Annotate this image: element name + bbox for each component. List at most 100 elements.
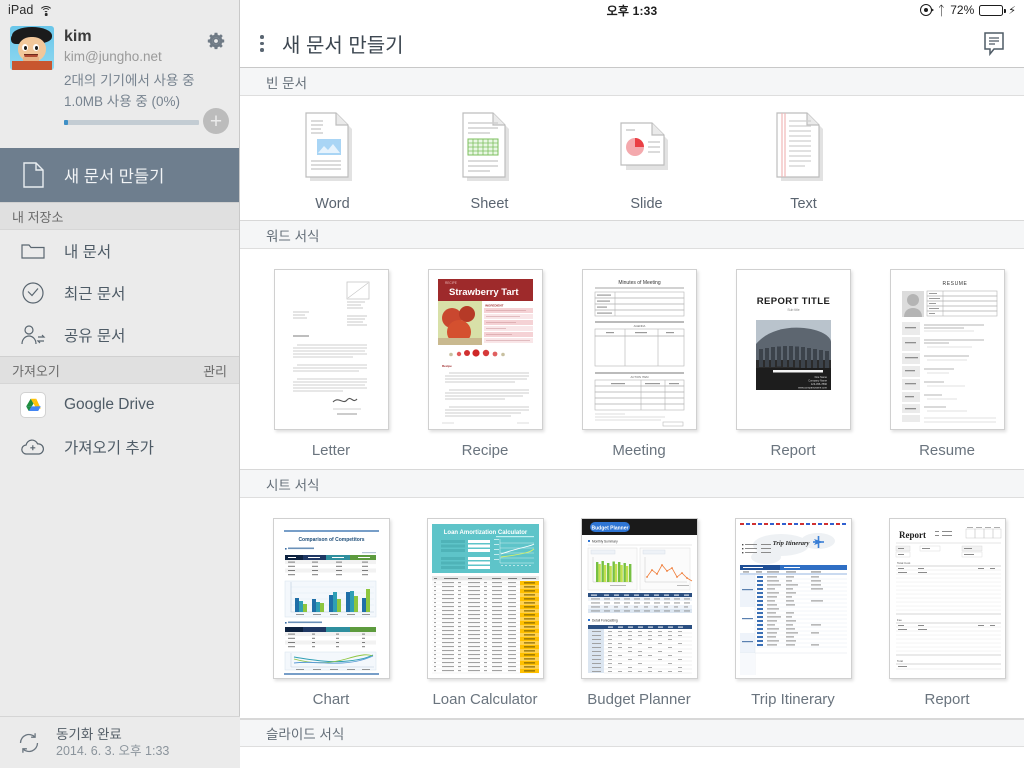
template-label: Resume: [919, 442, 975, 459]
wifi-icon: [39, 5, 54, 16]
slide-doc-icon: [616, 112, 678, 186]
blank-doc-sheet[interactable]: Sheet: [411, 112, 568, 212]
manage-link[interactable]: 관리: [203, 361, 227, 380]
blank-doc-label: Text: [790, 196, 817, 212]
svg-text:Trip Itinerary: Trip Itinerary: [772, 540, 809, 547]
sidebar-group-label: 내 저장소: [12, 209, 64, 225]
svg-text:Loan Amortization Calculator: Loan Amortization Calculator: [443, 530, 527, 536]
gear-icon[interactable]: [205, 30, 227, 52]
loan-thumb: Loan Amortization Calculator: [426, 518, 544, 679]
sync-status[interactable]: 동기화 완료 2014. 6. 3. 오후 1:33: [0, 716, 240, 768]
device-label: iPad: [8, 3, 34, 17]
svg-text:Recipe: Recipe: [442, 364, 452, 368]
account-name: kim: [64, 28, 92, 45]
folder-icon: [20, 238, 46, 264]
shared-user-icon: [20, 322, 46, 348]
sidebar-item-new-document[interactable]: 새 문서 만들기: [0, 148, 239, 202]
svg-text:123-456-7890: 123-456-7890: [810, 382, 827, 386]
bluetooth-icon: ᛏ: [937, 2, 946, 18]
blank-doc-label: Word: [315, 196, 350, 212]
add-account-button[interactable]: +: [203, 108, 229, 134]
template-label: Loan Calculator: [432, 691, 538, 708]
svg-text:www.companyname.com: www.companyname.com: [798, 387, 827, 390]
template-letter[interactable]: Letter: [254, 269, 408, 459]
word-doc-icon: [302, 112, 364, 186]
clock-time: 오후 1:33: [606, 3, 658, 18]
text-doc-icon: [773, 112, 835, 186]
add-cloud-icon: [20, 434, 46, 460]
blank-doc-text[interactable]: Text: [725, 112, 882, 212]
template-label: Budget Planner: [587, 691, 691, 708]
letter-thumb: [273, 269, 389, 430]
template-report[interactable]: REPORT TITLE Sub title Doe Name Company …: [716, 269, 870, 459]
sidebar-item-label: 새 문서 만들기: [64, 168, 165, 186]
template-loan-calculator[interactable]: Loan Amortization Calculator Loan Calcul…: [408, 518, 562, 708]
status-bar-right: 오후 1:33 ᛏ 72% ⚡: [240, 0, 1024, 20]
app-root: iPad kim kim@jungho.net 2대의 기기에서 사용 중 1.…: [0, 0, 1024, 768]
sidebar-item-my-documents[interactable]: 내 문서: [0, 230, 239, 272]
section-title: 시트 서식: [266, 477, 320, 493]
blank-doc-word[interactable]: Word: [254, 112, 411, 212]
budget-thumb: Budget Planner Monthly Summary Detail Fo…: [580, 518, 698, 679]
svg-text:Minutes of Meeting: Minutes of Meeting: [618, 280, 660, 286]
recipe-thumb: RECIPE Strawberry Tart INGREDIENT Recipe: [427, 269, 543, 430]
svg-text:Monthly Summary: Monthly Summary: [592, 540, 618, 544]
svg-text:REPORT TITLE: REPORT TITLE: [756, 296, 829, 307]
svg-text:ACTION ITEM: ACTION ITEM: [630, 375, 649, 379]
blank-document-row: Word Sheet Slide Text: [240, 96, 1024, 221]
sidebar-item-label: 내 문서: [64, 244, 112, 261]
section-header-blank: 빈 문서: [240, 68, 1024, 96]
sidebar-item-add-import[interactable]: 가져오기 추가: [0, 426, 239, 468]
storage-progress-bar: [64, 120, 199, 125]
svg-text:Company Name: Company Name: [808, 379, 827, 383]
google-drive-icon: [20, 392, 46, 418]
sidebar-item-label: 최근 문서: [64, 286, 126, 303]
rotation-lock-icon: [920, 4, 935, 16]
comment-bubble-icon[interactable]: [980, 31, 1008, 57]
svg-text:AGENDA: AGENDA: [633, 324, 645, 328]
svg-text:Report: Report: [899, 530, 926, 540]
sidebar-item-shared-documents[interactable]: 공유 문서: [0, 314, 239, 356]
template-scroll-area[interactable]: 빈 문서 Word Sheet Slide Text 워드 서식 Letter …: [240, 68, 1024, 768]
template-chart[interactable]: Comparison of Competitors Chart: [254, 518, 408, 708]
svg-text:RESUME: RESUME: [942, 281, 967, 287]
status-bar-left: iPad: [0, 0, 239, 20]
template-label: Letter: [311, 442, 351, 459]
template-resume[interactable]: RESUME Resume: [870, 269, 1024, 459]
blank-doc-label: Sheet: [470, 196, 509, 212]
devices-in-use: 2대의 기기에서 사용 중: [64, 73, 195, 88]
sidebar-group-import: 가져오기 관리: [0, 356, 239, 384]
svg-text:Sub title: Sub title: [787, 308, 799, 312]
template-label: Meeting: [612, 442, 666, 459]
svg-text:Total Cost: Total Cost: [897, 561, 911, 565]
blank-doc-slide[interactable]: Slide: [568, 112, 725, 212]
clock-check-icon: [20, 280, 46, 306]
section-header-word-templates: 워드 서식: [240, 221, 1024, 249]
meeting-thumb: Minutes of Meeting AGENDA ACTION ITEM: [581, 269, 697, 430]
battery-percent: 72%: [950, 3, 975, 17]
sidebar-item-label: 가져오기 추가: [64, 440, 154, 457]
sidebar-group-label: 가져오기: [12, 363, 60, 379]
sidebar: iPad kim kim@jungho.net 2대의 기기에서 사용 중 1.…: [0, 0, 240, 768]
template-recipe[interactable]: RECIPE Strawberry Tart INGREDIENT Recipe…: [408, 269, 562, 459]
template-sheet-report[interactable]: Report Total Cost Fee Total Report: [870, 518, 1024, 708]
charging-bolt-icon: ⚡: [1008, 4, 1016, 17]
template-trip-itinerary[interactable]: Trip Itinerary Trip Itinerary: [716, 518, 870, 708]
kebab-menu-icon[interactable]: [254, 33, 270, 55]
account-email: kim@jungho.net: [64, 49, 162, 64]
template-budget-planner[interactable]: Budget Planner Monthly Summary Detail Fo…: [562, 518, 716, 708]
svg-text:Strawberry Tart: Strawberry Tart: [449, 287, 519, 298]
sheet-report-thumb: Report Total Cost Fee Total: [888, 518, 1006, 679]
svg-text:Comparison of Competitors: Comparison of Competitors: [298, 537, 364, 543]
new-document-icon: [20, 162, 46, 188]
template-label: Report: [924, 691, 970, 708]
svg-text:INGREDIENT: INGREDIENT: [485, 304, 504, 308]
sidebar-item-google-drive[interactable]: Google Drive: [0, 384, 239, 426]
template-label: Trip Itinerary: [751, 691, 835, 708]
template-meeting[interactable]: Minutes of Meeting AGENDA ACTION ITEM Me…: [562, 269, 716, 459]
template-label: Report: [770, 442, 816, 459]
account-panel: kim kim@jungho.net 2대의 기기에서 사용 중 1.0MB 사…: [0, 20, 239, 148]
sidebar-item-recent-documents[interactable]: 최근 문서: [0, 272, 239, 314]
resume-thumb: RESUME: [889, 269, 1005, 430]
svg-text:Fee: Fee: [897, 618, 902, 622]
